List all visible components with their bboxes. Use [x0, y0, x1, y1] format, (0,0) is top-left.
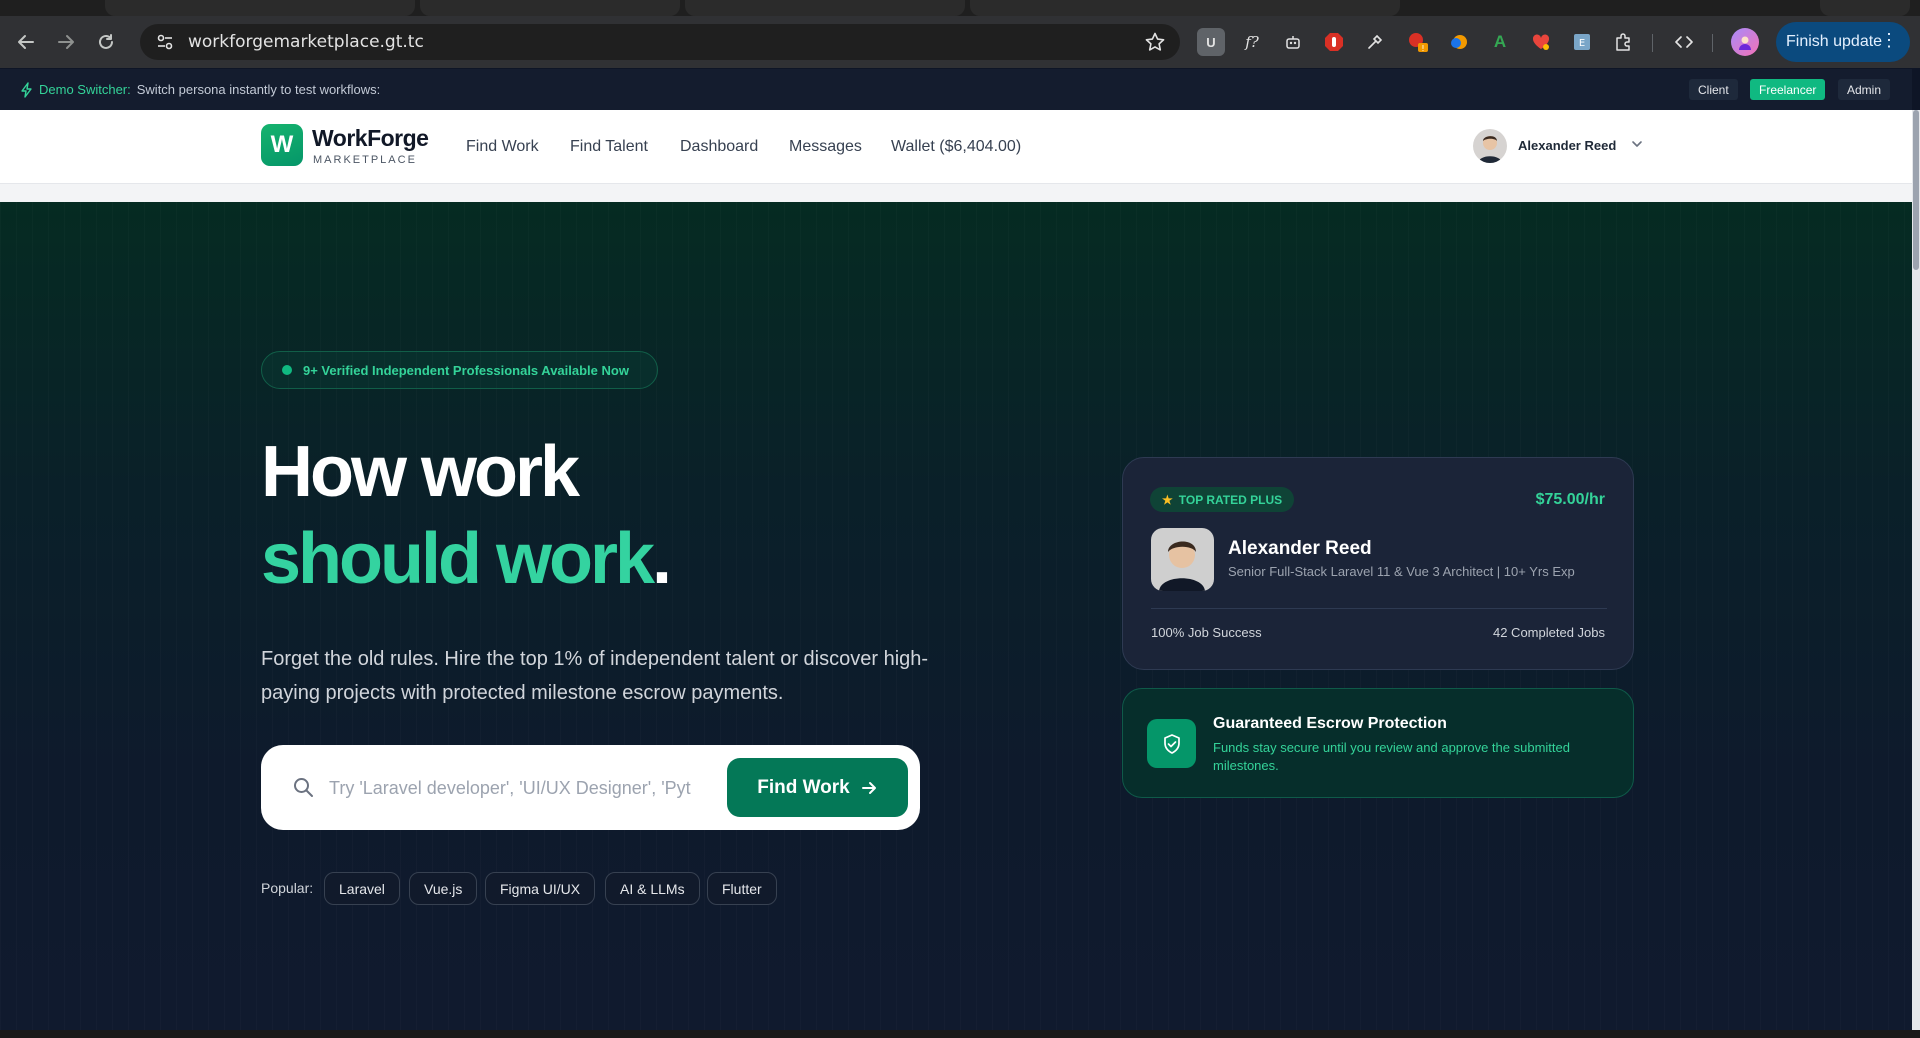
popular-tag-figma[interactable]: Figma UI/UX	[485, 872, 596, 905]
top-rated-label: TOP RATED PLUS	[1178, 492, 1283, 507]
bookmark-star-icon[interactable]	[1144, 31, 1166, 53]
shield-check-icon	[1147, 719, 1196, 768]
reload-icon	[99, 34, 113, 49]
extension-orange-blob-icon[interactable]	[1445, 28, 1473, 56]
persona-client-button[interactable]: Client	[1689, 79, 1738, 100]
freelancer-title: Senior Full-Stack Laravel 11 & Vue 3 Arc…	[1228, 564, 1575, 579]
star-icon: ★	[1162, 492, 1173, 507]
persona-admin-button[interactable]: Admin	[1838, 79, 1891, 100]
find-work-button-label: Find Work	[757, 776, 850, 798]
hero-lead-text: Forget the old rules. Hire the top 1% of…	[261, 648, 929, 704]
find-work-search-button[interactable]: Find Work	[727, 758, 908, 817]
persona-freelancer-button[interactable]: Freelancer	[1750, 79, 1826, 100]
site-header: W WorkForge MARKETPLACE Find Work Find T…	[0, 110, 1912, 184]
extension-blue-square-icon[interactable]: E	[1568, 28, 1596, 56]
page-scrollbar[interactable]	[1912, 110, 1920, 1038]
search-icon	[294, 778, 313, 797]
demo-switcher-bar: Demo Switcher: Switch persona instantly …	[0, 69, 1912, 110]
browser-tab-active[interactable]	[420, 0, 680, 16]
escrow-protection-card: Guaranteed Escrow Protection Funds stay …	[1122, 688, 1634, 798]
back-button[interactable]	[6, 22, 46, 62]
extension-formula-icon[interactable]: f?	[1238, 28, 1266, 56]
chevron-down-icon[interactable]	[1630, 137, 1644, 151]
user-avatar[interactable]	[1473, 129, 1507, 163]
browser-tab-strip	[0, 0, 1920, 16]
url-text[interactable]: workforgemarketplace.gt.tc	[188, 32, 424, 52]
screen: workforgemarketplace.gt.tc U f? ! A E Fi…	[0, 0, 1920, 1038]
freelancer-avatar	[1151, 528, 1214, 591]
scrollbar-thumb[interactable]	[1913, 110, 1919, 270]
hero-headline-line2: should work.	[261, 519, 672, 599]
lightning-bolt-icon	[21, 81, 32, 98]
brand-subtitle: MARKETPLACE	[313, 154, 417, 166]
top-rated-plus-badge: ★ TOP RATED PLUS	[1150, 487, 1295, 512]
freelancer-name: Alexander Reed	[1228, 538, 1372, 559]
escrow-description: Funds stay secure until you review and a…	[1213, 740, 1570, 773]
more-vert-icon[interactable]: ⋮	[1880, 30, 1898, 51]
hero-search-bar: Find Work	[261, 745, 920, 830]
nav-dashboard[interactable]: Dashboard	[680, 138, 758, 156]
extension-red-badge-icon[interactable]: !	[1404, 28, 1432, 56]
popular-tag-ai-llms[interactable]: AI & LLMs	[605, 872, 700, 905]
browser-tab[interactable]	[1820, 0, 1910, 16]
headline-green-text: should work	[261, 519, 655, 599]
verified-professionals-badge: 9+ Verified Independent Professionals Av…	[261, 351, 658, 389]
hero-headline-line1: How work	[261, 432, 580, 512]
card-divider	[1151, 608, 1607, 609]
nav-find-work[interactable]: Find Work	[466, 138, 539, 156]
toolbar-divider	[1712, 34, 1713, 52]
popular-tag-flutter[interactable]: Flutter	[707, 872, 777, 905]
featured-freelancer-card[interactable]: ★ TOP RATED PLUS $75.00/hr Alexander Ree…	[1122, 457, 1634, 670]
user-menu-name[interactable]: Alexander Reed	[1518, 138, 1616, 153]
popular-tag-vuejs[interactable]: Vue.js	[409, 872, 478, 905]
profile-avatar-icon[interactable]	[1731, 28, 1759, 56]
finish-update-label: Finish update	[1786, 33, 1883, 50]
browser-tab[interactable]	[970, 0, 1400, 16]
svg-text:E: E	[1579, 38, 1585, 49]
live-dot-icon	[282, 365, 292, 375]
tune-icon	[157, 34, 173, 50]
search-input[interactable]	[329, 770, 707, 806]
devtools-code-icon[interactable]	[1670, 28, 1698, 56]
job-success-stat: 100% Job Success	[1151, 625, 1262, 640]
extension-stop-hand-icon[interactable]	[1320, 28, 1348, 56]
logo-mark[interactable]: W	[261, 124, 303, 166]
back-arrow-icon	[18, 35, 34, 49]
forward-button[interactable]	[46, 22, 86, 62]
escrow-title: Guaranteed Escrow Protection	[1213, 715, 1447, 732]
badge-text: 9+ Verified Independent Professionals Av…	[303, 362, 629, 378]
forward-arrow-icon	[58, 35, 74, 49]
demo-switcher-description: Switch persona instantly to test workflo…	[136, 82, 381, 97]
svg-text:!: !	[1421, 44, 1424, 53]
header-separator	[0, 184, 1912, 202]
finish-update-button[interactable]: Finish update ⋮	[1776, 22, 1910, 62]
browser-tab[interactable]	[105, 0, 415, 16]
extension-robot-icon[interactable]	[1279, 28, 1307, 56]
arrow-right-icon	[861, 781, 876, 794]
headline-period: .	[652, 519, 672, 599]
popular-label: Popular:	[261, 880, 314, 896]
brand-name[interactable]: WorkForge	[312, 125, 429, 152]
extension-green-a-icon[interactable]: A	[1486, 28, 1514, 56]
browser-tab[interactable]	[685, 0, 965, 16]
hourly-rate: $75.00/hr	[1535, 491, 1605, 508]
extension-u-icon[interactable]: U	[1197, 28, 1225, 56]
reload-button[interactable]	[86, 22, 126, 62]
extensions-puzzle-icon[interactable]	[1609, 28, 1637, 56]
nav-find-talent[interactable]: Find Talent	[570, 138, 648, 156]
demo-switcher-label: Demo Switcher:	[39, 82, 131, 97]
nav-wallet[interactable]: Wallet ($6,404.00)	[891, 138, 1021, 156]
browser-toolbar: workforgemarketplace.gt.tc U f? ! A E Fi…	[0, 16, 1920, 68]
completed-jobs-stat: 42 Completed Jobs	[1492, 625, 1605, 640]
site-info-button[interactable]	[150, 27, 180, 57]
popular-tag-laravel[interactable]: Laravel	[324, 872, 400, 905]
toolbar-divider	[1652, 34, 1653, 52]
extension-eyedropper-icon[interactable]	[1361, 28, 1389, 56]
window-bottom-edge	[0, 1030, 1920, 1038]
extension-heart-icon[interactable]	[1527, 28, 1555, 56]
address-bar[interactable]: workforgemarketplace.gt.tc	[140, 24, 1180, 60]
nav-messages[interactable]: Messages	[789, 138, 862, 156]
